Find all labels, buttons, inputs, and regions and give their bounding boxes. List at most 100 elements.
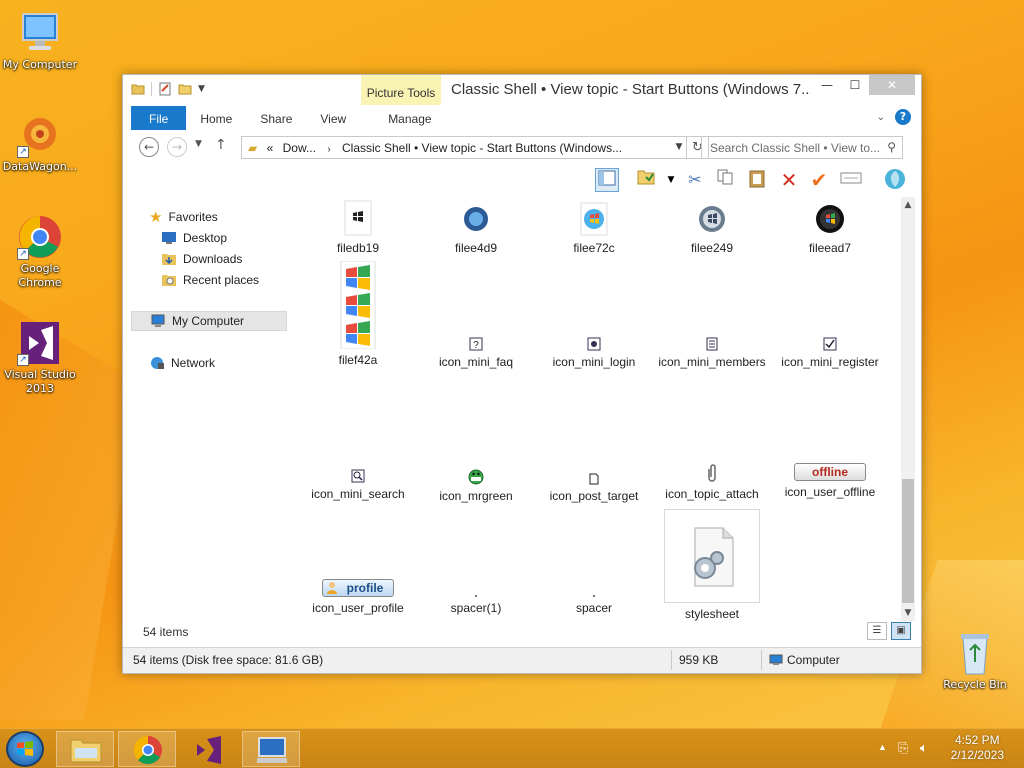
details-view-icon[interactable]: ☰ bbox=[867, 622, 887, 640]
new-folder-icon[interactable] bbox=[178, 82, 192, 96]
file-item[interactable]: icon_mini_search bbox=[303, 469, 413, 502]
expand-ribbon-icon[interactable]: ⌄ bbox=[877, 112, 885, 123]
file-item[interactable]: filee4d9 bbox=[421, 199, 531, 256]
chrome-icon bbox=[133, 735, 162, 765]
windows-flag-sprite-icon bbox=[339, 260, 377, 350]
network-tray-icon[interactable]: ⎘ bbox=[898, 740, 908, 756]
tab-share[interactable]: Share bbox=[246, 106, 306, 130]
tab-manage[interactable]: Manage bbox=[360, 106, 445, 130]
file-item[interactable]: spacer bbox=[539, 595, 649, 616]
file-item[interactable]: filef42a bbox=[303, 260, 413, 368]
file-name: spacer(1) bbox=[450, 601, 502, 615]
chevron-right-icon[interactable]: › bbox=[327, 144, 330, 155]
vertical-scrollbar[interactable]: ▲ ▼ bbox=[901, 197, 915, 621]
desktop-icon-visual-studio[interactable]: ↗ Visual Studio 2013 bbox=[0, 320, 80, 396]
desktop-icon-recycle-bin[interactable]: Recycle Bin bbox=[935, 630, 1015, 692]
file-item[interactable]: fileead7 bbox=[775, 199, 885, 256]
address-input[interactable]: ▰ « Dow... › Classic Shell • View topic … bbox=[241, 136, 687, 159]
classic-shell-settings-icon[interactable] bbox=[883, 168, 907, 192]
dropdown-icon[interactable]: ▼ bbox=[659, 168, 683, 192]
nav-network[interactable]: Network bbox=[149, 353, 215, 373]
nav-favorites[interactable]: ★ Favorites bbox=[149, 207, 218, 227]
address-dropdown-icon[interactable]: ▼ bbox=[671, 136, 687, 159]
file-item[interactable]: profile icon_user_profile bbox=[303, 579, 413, 616]
navigation-pane-icon[interactable] bbox=[595, 168, 619, 192]
taskbar-chrome[interactable] bbox=[118, 731, 176, 767]
taskbar: ▲ ⎘ 🔈︎ 4:52 PM 2/12/2023 bbox=[0, 728, 1024, 768]
tab-home[interactable]: Home bbox=[186, 106, 246, 130]
view-switcher: ☰ ▣ bbox=[867, 622, 911, 640]
back-button[interactable]: ← bbox=[139, 137, 159, 157]
profile-badge: profile bbox=[322, 579, 394, 597]
volume-icon[interactable]: 🔈︎ bbox=[920, 740, 928, 756]
file-name: icon_user_offline bbox=[784, 485, 876, 499]
file-item[interactable]: icon_mini_login bbox=[539, 337, 649, 370]
file-item[interactable]: icon_post_target bbox=[539, 469, 649, 504]
file-name: stylesheet bbox=[684, 607, 740, 621]
copy-icon[interactable] bbox=[713, 168, 737, 192]
clock-date: 2/12/2023 bbox=[950, 748, 1004, 762]
file-item[interactable]: spacer(1) bbox=[421, 595, 531, 616]
delete-icon[interactable]: ✕ bbox=[777, 168, 801, 192]
folder-options-icon[interactable] bbox=[635, 168, 659, 192]
desktop-icon-datawagon[interactable]: ↗ DataWagon... bbox=[0, 112, 80, 174]
taskbar-remote-app[interactable] bbox=[242, 731, 300, 767]
recent-locations-icon[interactable]: ▼ bbox=[195, 139, 202, 149]
file-item[interactable]: filee249 bbox=[657, 199, 767, 256]
customize-qat-icon[interactable]: ▼ bbox=[198, 84, 205, 94]
paste-icon[interactable] bbox=[745, 168, 769, 192]
file-item[interactable]: offline icon_user_offline bbox=[775, 463, 885, 500]
scroll-up-icon[interactable]: ▲ bbox=[901, 197, 915, 213]
computer-icon bbox=[769, 654, 783, 665]
large-icons-view-icon[interactable]: ▣ bbox=[891, 622, 911, 640]
maximize-button[interactable]: ☐ bbox=[841, 75, 869, 95]
file-name: filedb19 bbox=[336, 241, 380, 255]
up-button[interactable]: ↑ bbox=[215, 137, 227, 153]
file-item[interactable]: filedb19 bbox=[303, 199, 413, 256]
desktop-icon-chrome[interactable]: ↗ Google Chrome bbox=[0, 214, 80, 290]
tab-file[interactable]: File bbox=[131, 106, 187, 130]
show-hidden-icons[interactable]: ▲ bbox=[878, 742, 887, 752]
file-item[interactable]: stylesheet bbox=[655, 509, 769, 621]
search-icon[interactable]: ⚲ bbox=[887, 140, 896, 154]
nav-desktop[interactable]: Desktop bbox=[161, 228, 227, 248]
properties-check-icon[interactable]: ✔ bbox=[807, 168, 831, 192]
tab-view[interactable]: View bbox=[306, 106, 360, 130]
file-item[interactable]: icon_topic_attach bbox=[657, 463, 767, 502]
offline-badge: offline bbox=[794, 463, 866, 481]
chrome-icon: ↗ bbox=[17, 214, 63, 260]
help-icon[interactable]: ? bbox=[895, 109, 911, 125]
clock[interactable]: 4:52 PM 2/12/2023 bbox=[951, 733, 1004, 763]
file-item[interactable]: icon_mini_members bbox=[657, 337, 767, 370]
desktop-icon-my-computer[interactable]: My Computer bbox=[0, 10, 80, 72]
nav-my-computer[interactable]: My Computer bbox=[131, 311, 287, 331]
file-name: filee4d9 bbox=[454, 241, 498, 255]
scrollbar-thumb[interactable] bbox=[902, 479, 914, 603]
address-prefix[interactable]: « bbox=[267, 141, 274, 155]
file-item[interactable]: ? icon_mini_faq bbox=[421, 337, 531, 370]
close-button[interactable]: ✕ bbox=[869, 75, 915, 95]
taskbar-visual-studio[interactable] bbox=[180, 731, 238, 767]
cut-icon[interactable]: ✂ bbox=[683, 168, 707, 192]
properties-icon[interactable] bbox=[158, 82, 172, 96]
search-input[interactable]: Search Classic Shell • View to... ⚲ bbox=[701, 136, 903, 159]
file-item[interactable]: filee72c bbox=[539, 199, 649, 256]
title-bar[interactable]: ▼ Picture Tools Classic Shell • View top… bbox=[123, 75, 921, 105]
nav-downloads[interactable]: Downloads bbox=[161, 249, 242, 269]
start-button[interactable] bbox=[6, 731, 44, 767]
minimize-button[interactable]: — bbox=[813, 75, 841, 95]
taskbar-explorer[interactable] bbox=[56, 731, 114, 767]
search-icon bbox=[351, 469, 365, 483]
file-item[interactable]: icon_mini_register bbox=[775, 337, 885, 370]
svg-text:?: ? bbox=[473, 340, 479, 351]
breadcrumb-downloads[interactable]: Dow... bbox=[283, 141, 316, 155]
forward-button[interactable]: → bbox=[167, 137, 187, 157]
separator bbox=[151, 82, 152, 96]
nav-recent-places[interactable]: Recent places bbox=[161, 270, 259, 290]
scroll-down-icon[interactable]: ▼ bbox=[901, 605, 915, 621]
rename-icon[interactable] bbox=[839, 168, 863, 192]
breadcrumb-current[interactable]: Classic Shell • View topic - Start Butto… bbox=[342, 141, 622, 155]
computer-icon bbox=[151, 314, 165, 327]
file-item[interactable]: icon_mrgreen bbox=[421, 469, 531, 504]
folder-icon[interactable] bbox=[131, 82, 145, 96]
